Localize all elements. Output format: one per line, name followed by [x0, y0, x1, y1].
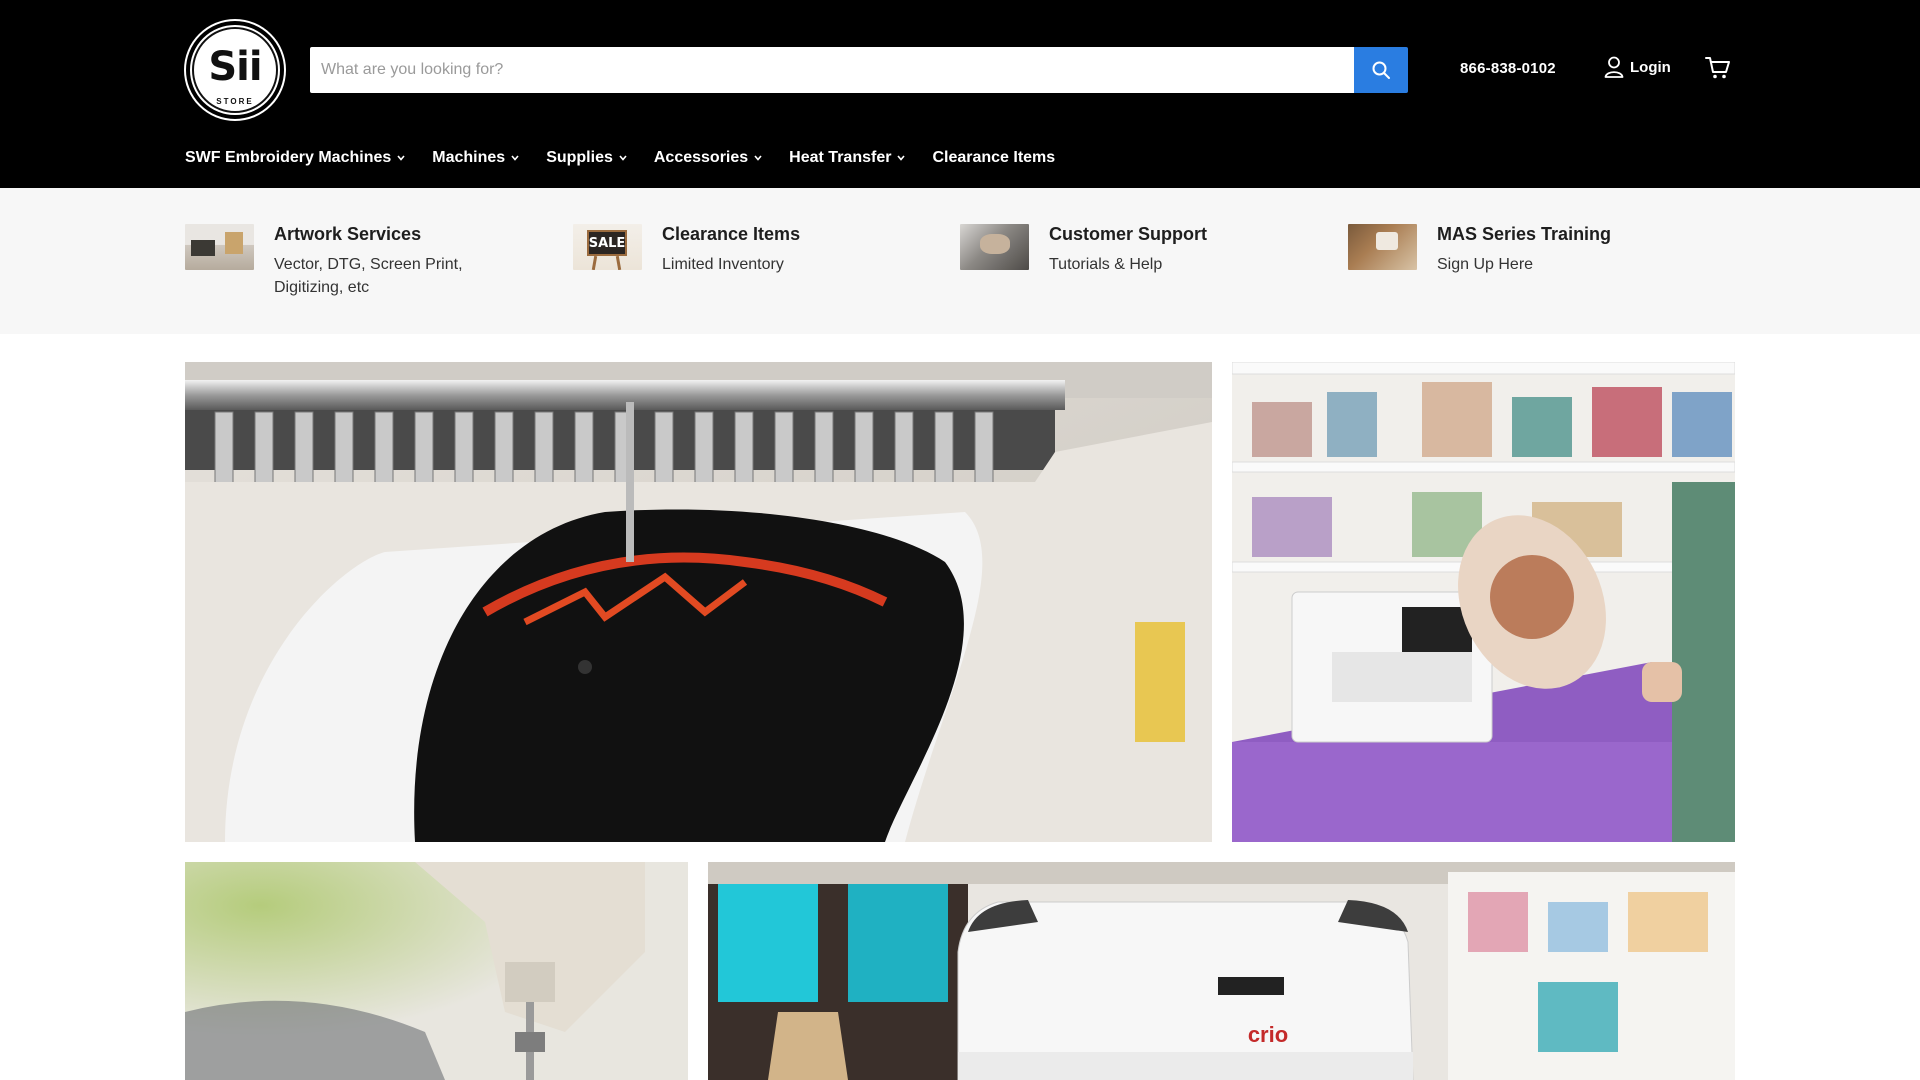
search-input[interactable]	[310, 47, 1354, 93]
logo-subtext: STORE	[216, 97, 254, 106]
promo-subtitle: Vector, DTG, Screen Print, Digitizing, e…	[274, 256, 463, 296]
promo-clearance-items[interactable]: SALE Clearance Items Limited Inventory	[573, 224, 872, 276]
logo-badge: Sii STORE	[192, 27, 278, 113]
banner-sewing-machine[interactable]	[185, 862, 688, 1080]
cart-icon	[1705, 57, 1730, 79]
promo-title: Artwork Services	[274, 224, 422, 244]
chevron-down-icon	[897, 155, 906, 161]
search-bar	[310, 47, 1408, 93]
promo-title: Customer Support	[1049, 224, 1208, 244]
nav-item-label: Heat Transfer	[789, 149, 892, 166]
nav-item-clearance-items[interactable]: Clearance Items	[932, 149, 1055, 167]
nav-item-label: SWF Embroidery Machines	[185, 149, 392, 166]
promo-mas-series-training[interactable]: MAS Series Training Sign Up Here	[1348, 224, 1647, 276]
login-label: Login	[1630, 58, 1671, 76]
login-link[interactable]: Login	[1604, 56, 1671, 78]
chevron-down-icon	[397, 155, 405, 161]
promo-subtitle: Limited Inventory	[662, 256, 784, 273]
promo-strip: Artwork Services Vector, DTG, Screen Pri…	[0, 188, 1920, 334]
promo-title: MAS Series Training	[1437, 224, 1612, 244]
nav-item-heat-transfer[interactable]: Heat Transfer	[789, 149, 906, 167]
user-icon	[1604, 56, 1624, 78]
promo-title: Clearance Items	[662, 224, 801, 244]
nav-item-label: Accessories	[653, 149, 749, 166]
cart-button[interactable]	[1705, 56, 1731, 85]
nav-item-machines[interactable]: Machines	[432, 149, 519, 167]
promo-customer-support[interactable]: Customer Support Tutorials & Help	[960, 224, 1259, 276]
logo-text: Sii	[208, 44, 262, 90]
promo-thumbnail	[960, 224, 1029, 270]
sublimation-printer-image	[1232, 362, 1735, 842]
nav-item-accessories[interactable]: Accessories	[654, 149, 762, 167]
nav-item-swf-embroidery-machines[interactable]: SWF Embroidery Machines	[185, 149, 405, 167]
nav-item-supplies[interactable]: Supplies	[546, 149, 627, 167]
promo-thumbnail	[185, 224, 254, 270]
promo-subtitle: Tutorials & Help	[1049, 256, 1163, 273]
chevron-down-icon	[754, 155, 762, 161]
nav-item-label: Supplies	[546, 149, 613, 166]
phone-number-link[interactable]: 866-838-0102	[1460, 60, 1556, 77]
store-logo[interactable]: Sii STORE	[186, 21, 284, 119]
promo-subtitle: Sign Up Here	[1437, 256, 1534, 273]
banner-embroidery-machine[interactable]	[185, 362, 1212, 842]
chevron-down-icon	[511, 155, 519, 161]
main-nav: SWF Embroidery Machines Machines Supplie…	[185, 149, 1082, 167]
search-icon	[1372, 61, 1390, 79]
embroidery-machine-image	[185, 362, 1212, 842]
sale-sign: SALE	[587, 230, 627, 256]
site-header: Sii STORE 866-838-0102 Login SWF Embroid…	[0, 0, 1920, 188]
promo-thumbnail	[1348, 224, 1417, 270]
banner-crio-printer[interactable]: crio	[708, 862, 1735, 1080]
nav-item-label: Machines	[432, 149, 506, 166]
banner-sublimation-printer[interactable]	[1232, 362, 1735, 842]
crio-printer-image: crio	[708, 862, 1735, 1080]
search-button[interactable]	[1354, 47, 1408, 93]
chevron-down-icon	[619, 155, 627, 161]
promo-artwork-services[interactable]: Artwork Services Vector, DTG, Screen Pri…	[185, 224, 484, 299]
promo-thumbnail: SALE	[573, 224, 642, 270]
printer-brand-text: crio	[1248, 1022, 1288, 1047]
sewing-machine-image	[185, 862, 688, 1080]
nav-item-label: Clearance Items	[932, 149, 1056, 166]
